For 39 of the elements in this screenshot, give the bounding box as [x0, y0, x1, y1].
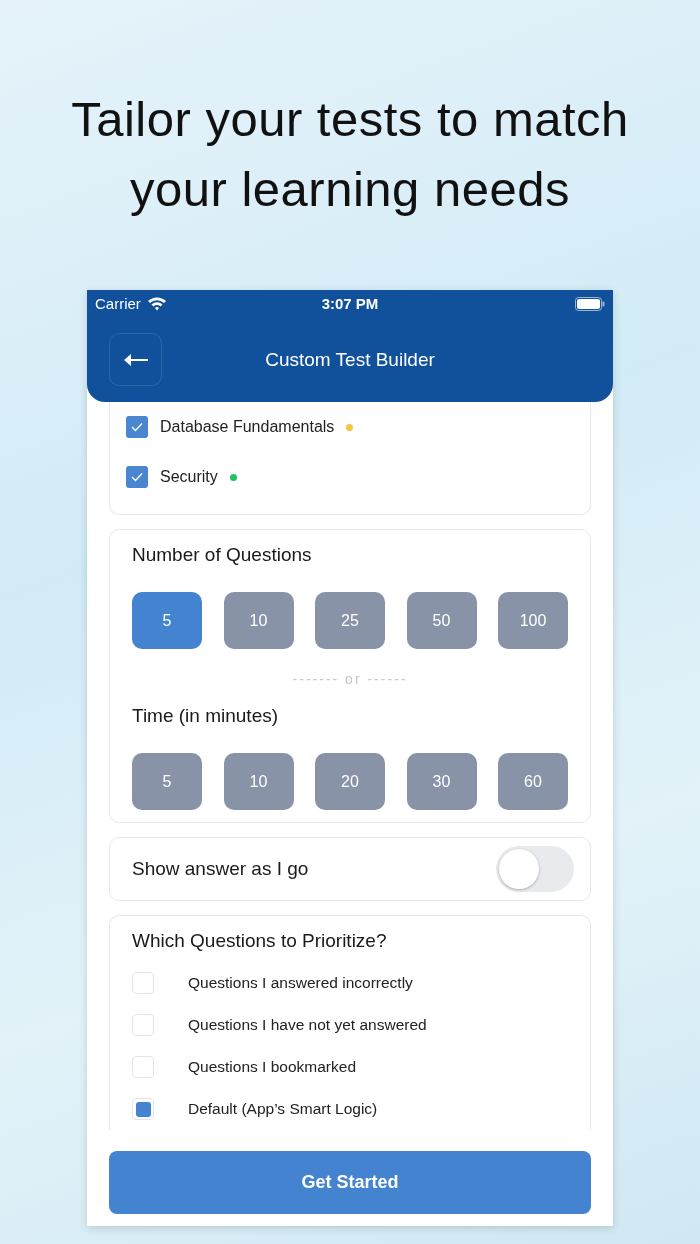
- priority-label: Default (App’s Smart Logic): [188, 1100, 378, 1118]
- back-arrow-icon: [122, 352, 149, 367]
- question-count-option[interactable]: 25: [315, 592, 385, 649]
- time-option[interactable]: 5: [132, 753, 202, 810]
- priority-checkbox[interactable]: [132, 1098, 154, 1120]
- back-button[interactable]: [109, 333, 162, 386]
- get-started-button[interactable]: Get Started: [109, 1151, 591, 1214]
- priority-checkbox[interactable]: [132, 1014, 154, 1036]
- question-count-option[interactable]: 50: [406, 592, 477, 649]
- time-option[interactable]: 10: [223, 753, 294, 810]
- topic-label: Security: [160, 468, 218, 486]
- toggle-label: Show answer as I go: [132, 858, 309, 880]
- priority-checkbox[interactable]: [132, 1056, 154, 1078]
- time-option[interactable]: 30: [406, 753, 477, 810]
- checkmark-icon: [131, 472, 143, 482]
- priority-label: Questions I have not yet answered: [188, 1016, 427, 1034]
- topic-label: Database Fundamentals: [160, 418, 335, 436]
- time-option[interactable]: 20: [315, 753, 385, 810]
- wifi-icon: [146, 296, 167, 311]
- priority-checkbox[interactable]: [132, 972, 154, 994]
- screen-title: Custom Test Builder: [265, 348, 435, 371]
- show-answer-toggle[interactable]: [496, 846, 574, 892]
- or-divider: ------- or ------: [291, 671, 409, 687]
- headline: Tailor your tests to match your learning needs: [70, 91, 630, 218]
- question-count-option[interactable]: 5: [132, 592, 202, 649]
- priority-label: Questions I bookmarked: [188, 1058, 356, 1076]
- battery-icon: [575, 296, 605, 311]
- priority-label: Questions I answered incorrectly: [188, 974, 413, 992]
- section-title: Time (in minutes): [132, 705, 280, 727]
- checkmark-icon: [131, 422, 143, 432]
- topic-checkbox[interactable]: [126, 466, 148, 488]
- carrier-label: Carrier: [95, 295, 141, 312]
- section-title: Which Questions to Prioritize?: [132, 930, 388, 952]
- question-count-option[interactable]: 10: [223, 592, 294, 649]
- question-count-option[interactable]: 100: [498, 592, 568, 649]
- time-option[interactable]: 60: [498, 753, 568, 810]
- topic-checkbox[interactable]: [126, 416, 148, 438]
- status-time: 3:07 PM: [321, 295, 379, 312]
- section-title: Number of Questions: [132, 544, 313, 566]
